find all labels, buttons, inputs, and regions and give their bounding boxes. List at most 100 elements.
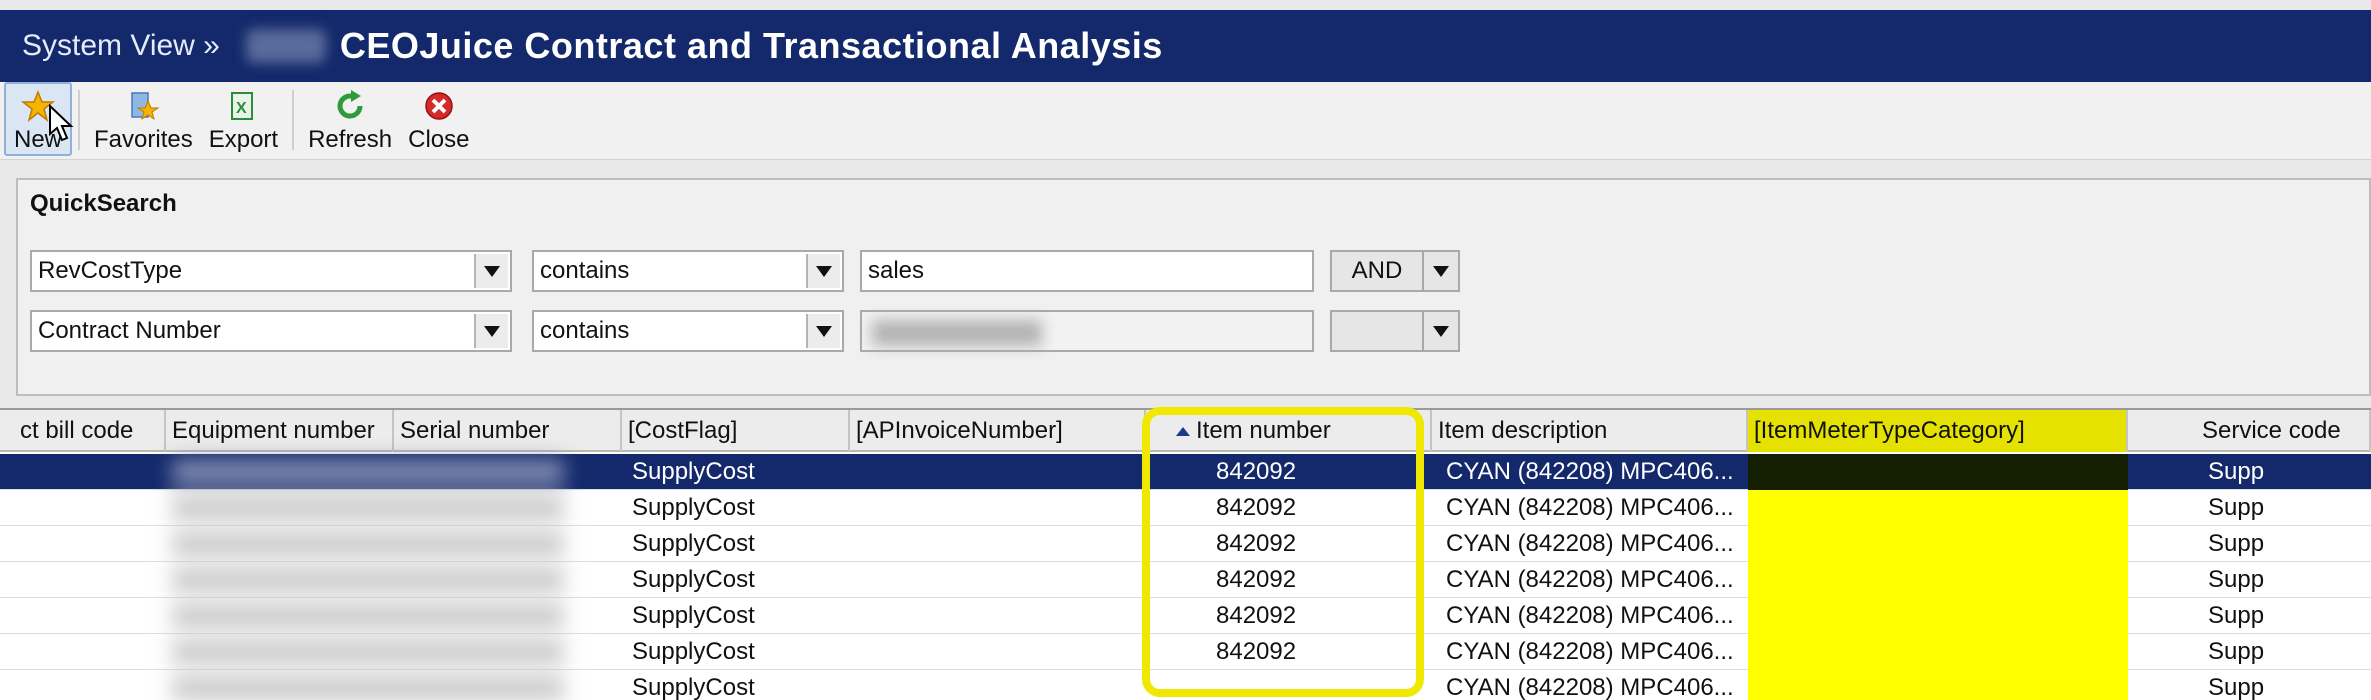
cost-flag-cell: SupplyCost [632,530,755,557]
highlighted-meter-type-cell [1748,670,2128,700]
service-code-cell: Supp [2208,458,2265,485]
item-description-cell: CYAN (842208) MPC406... [1446,638,1734,665]
service-code-cell: Supp [2208,638,2265,665]
toolbar-separator [292,90,295,150]
table-row[interactable]: SupplyCost 842092 CYAN (842208) MPC406... S… [0,454,2371,490]
chevron-down-icon [1433,325,1449,337]
column-header-ap-invoice-number[interactable]: [APInvoiceNumber] [850,410,1146,452]
chevron-down-icon[interactable] [474,314,508,348]
highlighted-meter-type-cell [1748,598,2128,634]
search-operator-value-2: contains [540,317,630,344]
highlighted-meter-type-cell [1748,526,2128,562]
table-row[interactable]: SupplyCost 842092 CYAN (842208) MPC406... S… [0,634,2371,670]
close-icon [421,88,457,124]
logic-dropdown-button-2[interactable] [1422,310,1460,352]
chevron-down-icon[interactable] [474,254,508,288]
item-description-cell: CYAN (842208) MPC406... [1446,602,1734,629]
item-number-cell: 842092 [1216,602,1297,629]
column-header-equipment-number[interactable]: Equipment number [166,410,394,452]
mouse-cursor-icon [49,104,74,142]
table-row[interactable]: SupplyCost 842092 CYAN (842208) MPC406... S… [0,526,2371,562]
column-header-cost-flag[interactable]: [CostFlag] [622,410,850,452]
export-button[interactable]: X Export [201,82,286,156]
cost-flag-cell: SupplyCost [632,566,755,593]
results-grid: ct bill code Equipment number Serial num… [0,408,2371,700]
search-value-input-1[interactable]: sales [860,250,1314,292]
redacted-equipment-serial-cell [172,676,564,700]
chevron-down-icon[interactable] [806,254,840,288]
search-field-select-1[interactable]: RevCostType [30,250,512,292]
logic-select-button-2[interactable] [1330,310,1424,352]
quicksearch-title: QuickSearch [30,190,177,217]
item-description-cell: CYAN (842208) MPC406... [1446,494,1734,521]
redacted-value [872,320,1042,346]
item-number-cell: 842092 [1216,530,1297,557]
table-row[interactable]: SupplyCost CYAN (842208) MPC406... Supp [0,670,2371,700]
redacted-equipment-serial-cell [172,568,564,592]
cost-flag-cell: SupplyCost [632,602,755,629]
title-bar: System View » CEOJuice Contract and Tran… [0,10,2371,82]
service-code-cell: Supp [2208,530,2265,557]
service-code-cell: Supp [2208,494,2265,521]
cost-flag-cell: SupplyCost [632,458,755,485]
cost-flag-cell: SupplyCost [632,494,755,521]
column-header-item-number[interactable]: Item number [1146,410,1432,452]
item-description-cell: CYAN (842208) MPC406... [1446,674,1734,700]
grid-header: ct bill code Equipment number Serial num… [0,410,2371,452]
favorites-button[interactable]: Favorites [86,82,201,156]
search-operator-value-1: contains [540,257,630,284]
search-field-select-2[interactable]: Contract Number [30,310,512,352]
redacted-equipment-serial-cell [172,460,564,484]
toolbar: New Favorites X Export Refresh Close [0,82,2371,160]
service-code-cell: Supp [2208,674,2265,700]
item-number-cell: 842092 [1216,566,1297,593]
refresh-button-label: Refresh [308,126,393,153]
redacted-equipment-serial-cell [172,532,564,556]
sort-ascending-icon [1176,426,1190,436]
close-button-label: Close [408,126,470,153]
close-button[interactable]: Close [400,82,477,156]
column-header-serial-number[interactable]: Serial number [394,410,622,452]
table-row[interactable]: SupplyCost 842092 CYAN (842208) MPC406... S… [0,562,2371,598]
service-code-cell: Supp [2208,602,2265,629]
refresh-button[interactable]: Refresh [300,82,400,156]
toolbar-separator [78,90,81,150]
table-row[interactable]: SupplyCost 842092 CYAN (842208) MPC406... S… [0,490,2371,526]
search-field-value-2: Contract Number [38,317,221,344]
highlighted-meter-type-cell [1748,490,2128,526]
highlighted-meter-type-cell [1748,454,2128,490]
service-code-cell: Supp [2208,566,2265,593]
logic-dropdown-button-1[interactable] [1422,250,1460,292]
logic-and-label: AND [1351,257,1403,284]
column-header-item-meter-type-category[interactable]: [ItemMeterTypeCategory] [1748,410,2128,452]
cost-flag-cell: SupplyCost [632,638,755,665]
column-header-service-code[interactable]: Service code [2196,410,2371,452]
cost-flag-cell: SupplyCost [632,674,755,700]
quicksearch-panel: QuickSearch RevCostType contains sales A… [16,178,2371,396]
chevron-down-icon [1433,265,1449,277]
export-button-label: Export [208,126,279,153]
logic-and-button[interactable]: AND [1330,250,1424,292]
highlighted-meter-type-cell [1748,562,2128,598]
item-number-cell: 842092 [1216,494,1297,521]
column-header-item-description[interactable]: Item description [1432,410,1748,452]
refresh-icon [332,88,368,124]
search-operator-select-1[interactable]: contains [532,250,844,292]
search-value-input-2[interactable] [860,310,1314,352]
search-field-value-1: RevCostType [38,257,183,284]
search-value-text-1: sales [868,257,925,284]
redacted-equipment-serial-cell [172,640,564,664]
table-row[interactable]: SupplyCost 842092 CYAN (842208) MPC406... S… [0,598,2371,634]
column-header-bill-code[interactable]: ct bill code [14,410,166,452]
chevron-down-icon[interactable] [806,314,840,348]
favorites-icon [125,88,161,124]
redacted-equipment-serial-cell [172,496,564,520]
export-excel-icon: X [225,88,261,124]
breadcrumb-system-view[interactable]: System View » [22,29,220,63]
svg-text:X: X [236,100,247,117]
item-description-cell: CYAN (842208) MPC406... [1446,530,1734,557]
favorites-button-label: Favorites [94,126,193,153]
search-operator-select-2[interactable]: contains [532,310,844,352]
item-description-cell: CYAN (842208) MPC406... [1446,566,1734,593]
page-title: CEOJuice Contract and Transactional Anal… [339,25,1163,66]
